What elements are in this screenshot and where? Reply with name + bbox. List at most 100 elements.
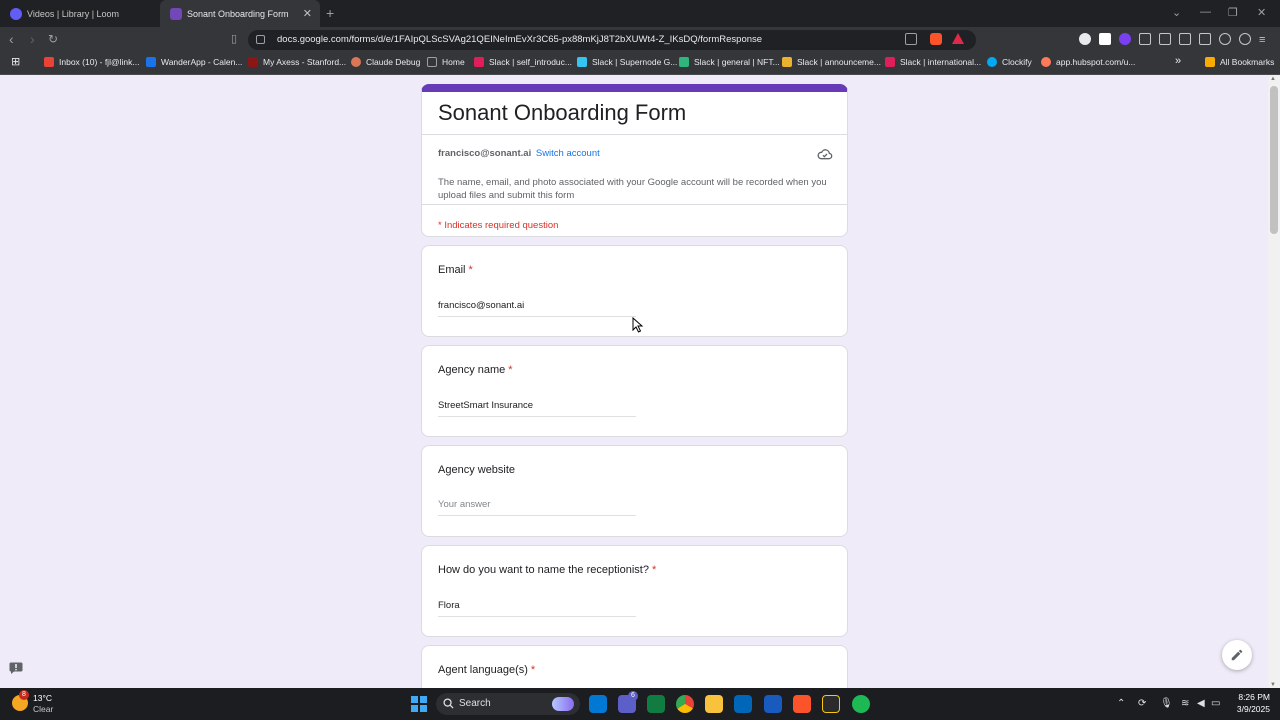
slack-icon [474,57,484,67]
tab-title: Videos | Library | Loom [27,8,120,19]
extension-purple-icon[interactable] [1119,33,1131,45]
close-tab-icon[interactable]: ✕ [303,7,312,20]
share-icon[interactable] [905,33,917,45]
show-hidden-icons-icon[interactable]: ⌃ [1117,698,1125,709]
url-text[interactable]: docs.google.com/forms/d/e/1FAIpQLScSVAg2… [277,34,762,45]
sticky-notes-icon[interactable] [822,695,840,713]
bookmark-slack-1[interactable]: Slack | self_introduc... [474,57,572,67]
volume-icon[interactable]: ◀ [1197,698,1205,709]
slack-icon [679,57,689,67]
bookmark-wanderapp[interactable]: WanderApp - Calen... [146,57,242,67]
tab-title: Sonant Onboarding Form [187,8,289,19]
tab-search-chevron-icon[interactable]: ⌄ [1172,6,1181,19]
word-icon[interactable] [764,695,782,713]
email-input[interactable]: francisco@sonant.ai [438,300,636,317]
edit-form-button[interactable] [1222,640,1252,670]
agency-name-input[interactable]: StreetSmart Insurance [438,400,636,417]
question-agent-languages: Agent language(s) * [421,645,848,688]
weather-widget[interactable]: 8 13°C Clear [12,690,72,715]
spotify-icon[interactable] [852,695,870,713]
weather-badge: 8 [19,690,29,700]
chrome-icon[interactable] [676,695,694,713]
battery-icon[interactable]: ▭ [1211,698,1220,709]
question-receptionist-name: How do you want to name the receptionist… [421,545,848,637]
bookmark-slack-3[interactable]: Slack | general | NFT... [679,57,780,67]
required-asterisk: * [468,264,473,276]
forward-button[interactable]: › [30,32,35,46]
bookmark-clockify[interactable]: Clockify [987,57,1032,67]
bookmark-slack-4[interactable]: Slack | announceme... [782,57,881,67]
stanford-icon [248,57,258,67]
reload-button[interactable]: ↻ [48,32,58,46]
new-tab-button[interactable]: + [326,5,334,21]
required-asterisk: * [508,364,513,376]
tab-loom[interactable]: Videos | Library | Loom [0,0,160,27]
switch-account-link[interactable]: Switch account [536,148,600,159]
extension-grammar-icon[interactable] [1079,33,1091,45]
back-button[interactable]: ‹ [9,32,14,46]
slack-icon [577,57,587,67]
calendar-icon [146,57,156,67]
bookmark-axess[interactable]: My Axess - Stanford... [248,57,346,67]
form-header-card: Sonant Onboarding Form francisco@sonant.… [421,84,848,237]
vpn-icon[interactable] [1239,33,1251,45]
bookmark-slack-5[interactable]: Slack | international... [885,57,981,67]
sidebar-icon[interactable] [1179,33,1191,45]
extensions-puzzle-icon[interactable] [1139,33,1151,45]
bookmark-slack-2[interactable]: Slack | Supernode G... [577,57,677,67]
bookmark-gmail[interactable]: Inbox (10) - fjl@link... [44,57,139,67]
claude-icon [351,57,361,67]
site-info-icon[interactable] [256,35,265,44]
leo-ai-icon[interactable] [1219,33,1231,45]
apps-grid-icon[interactable]: ⊞ [11,55,20,68]
start-button[interactable] [411,696,427,712]
store-icon[interactable] [734,695,752,713]
maximize-button[interactable]: ❐ [1228,6,1238,19]
clock-date[interactable]: 3/9/2025 [1226,704,1270,714]
feedback-icon[interactable] [9,662,23,674]
question-title: Email * [438,264,473,276]
scroll-thumb[interactable] [1270,86,1278,234]
tab-sonant-form[interactable]: Sonant Onboarding Form ✕ [160,0,320,27]
bookmark-hubspot[interactable]: app.hubspot.com/u... [1041,57,1135,67]
question-title: Agency name * [438,364,513,376]
wifi-icon[interactable]: ≋ [1181,698,1189,709]
extension-a-icon[interactable] [1099,33,1111,45]
teams-badge: 6 [628,691,638,701]
scroll-up-arrow-icon[interactable]: ▲ [1270,76,1276,82]
gmail-icon [44,57,54,67]
cloud-saved-icon[interactable] [817,146,833,162]
search-highlight-icon[interactable] [552,697,574,711]
brave-rewards-icon[interactable] [952,33,964,44]
divider [422,134,847,135]
wallet-icon[interactable] [1199,33,1211,45]
bookmark-icon[interactable]: ▯ [231,32,237,46]
required-note: * Indicates required question [438,220,559,231]
divider [422,204,847,205]
brave-icon[interactable] [793,695,811,713]
close-window-button[interactable]: ✕ [1257,6,1266,19]
sync-icon[interactable]: ⟳ [1138,698,1146,709]
outlook-icon[interactable] [589,695,607,713]
bookmark-home[interactable]: Home [427,57,465,67]
search-label: Search [459,698,491,709]
form-title: Sonant Onboarding Form [438,100,687,125]
minimize-button[interactable]: — [1200,6,1211,18]
clock-time[interactable]: 8:26 PM [1230,692,1270,702]
menu-icon[interactable]: ≡ [1259,34,1265,46]
more-bookmarks-icon[interactable]: » [1175,55,1181,67]
mouse-cursor-icon [632,317,644,333]
excel-icon[interactable] [647,695,665,713]
media-icon[interactable] [1159,33,1171,45]
account-notice: The name, email, and photo associated wi… [438,177,827,201]
windows-logo-icon [411,696,418,703]
agency-website-input[interactable]: Your answer [438,499,636,516]
page-scrollbar[interactable]: ▲ ▼ [1268,76,1280,688]
brave-shields-icon[interactable] [930,33,942,45]
receptionist-name-input[interactable]: Flora [438,600,636,617]
microphone-icon[interactable]: 🎙 [1160,698,1173,709]
account-line: francisco@sonant.ai Switch account [438,148,600,159]
all-bookmarks-folder[interactable]: All Bookmarks [1205,57,1274,67]
file-explorer-icon[interactable] [705,695,723,713]
bookmark-claude-debug[interactable]: Claude Debug [351,57,420,67]
